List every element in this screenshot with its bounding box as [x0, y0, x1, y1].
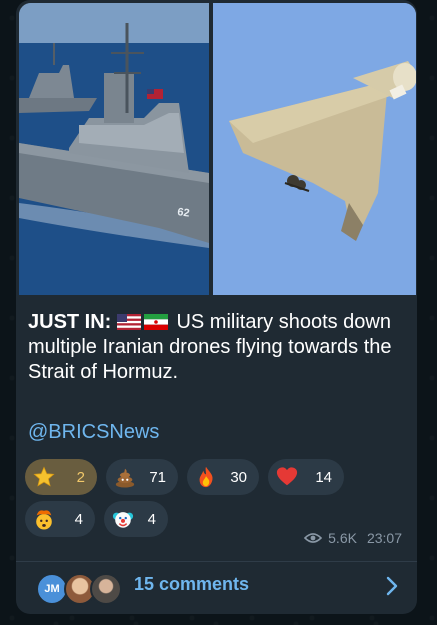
reaction-count: 14 — [315, 468, 332, 486]
channel-post: 62 JUST IN: US military shoots down mult… — [16, 0, 417, 614]
reaction-count: 71 — [149, 468, 166, 486]
post-meta: 5.6K 23:07 — [304, 530, 402, 546]
reaction-poop[interactable]: 71 — [106, 459, 178, 495]
reaction-fire[interactable]: 30 — [187, 459, 259, 495]
comments-button[interactable]: JM 15 comments — [16, 562, 417, 610]
reaction-count: 2 — [76, 468, 85, 486]
media-album[interactable]: 62 — [19, 3, 416, 295]
comments-label: 15 comments — [134, 574, 250, 594]
poop-icon — [115, 468, 135, 488]
heart-icon — [276, 467, 298, 486]
channel-handle-link[interactable]: @BRICSNews — [28, 421, 159, 444]
views-count: 5.6K — [328, 530, 357, 546]
reaction-count: 30 — [230, 468, 247, 486]
reaction-exploding-head[interactable]: 4 — [25, 501, 95, 537]
avatar — [90, 573, 122, 605]
reaction-count: 4 — [74, 510, 83, 528]
us-flag-icon — [116, 314, 141, 330]
chevron-right-icon — [386, 576, 398, 596]
iran-flag-icon — [143, 314, 168, 330]
views-eye-icon — [304, 533, 323, 543]
svg-text:62: 62 — [177, 206, 191, 220]
clown-icon — [112, 512, 134, 528]
star-icon — [33, 466, 55, 487]
post-prefix: JUST IN: — [28, 311, 112, 333]
drone-photo[interactable] — [213, 3, 416, 295]
post-text: JUST IN: US military shoots down multipl… — [28, 310, 408, 385]
reaction-heart[interactable]: 14 — [268, 459, 344, 495]
fire-icon — [199, 466, 213, 488]
reaction-count: 4 — [147, 510, 156, 528]
reaction-star[interactable]: 2 — [25, 459, 97, 495]
exploding-head-icon — [36, 510, 52, 530]
post-time: 23:07 — [366, 530, 402, 546]
warship-photo[interactable]: 62 — [19, 3, 209, 295]
reaction-clown[interactable]: 4 — [104, 501, 168, 537]
